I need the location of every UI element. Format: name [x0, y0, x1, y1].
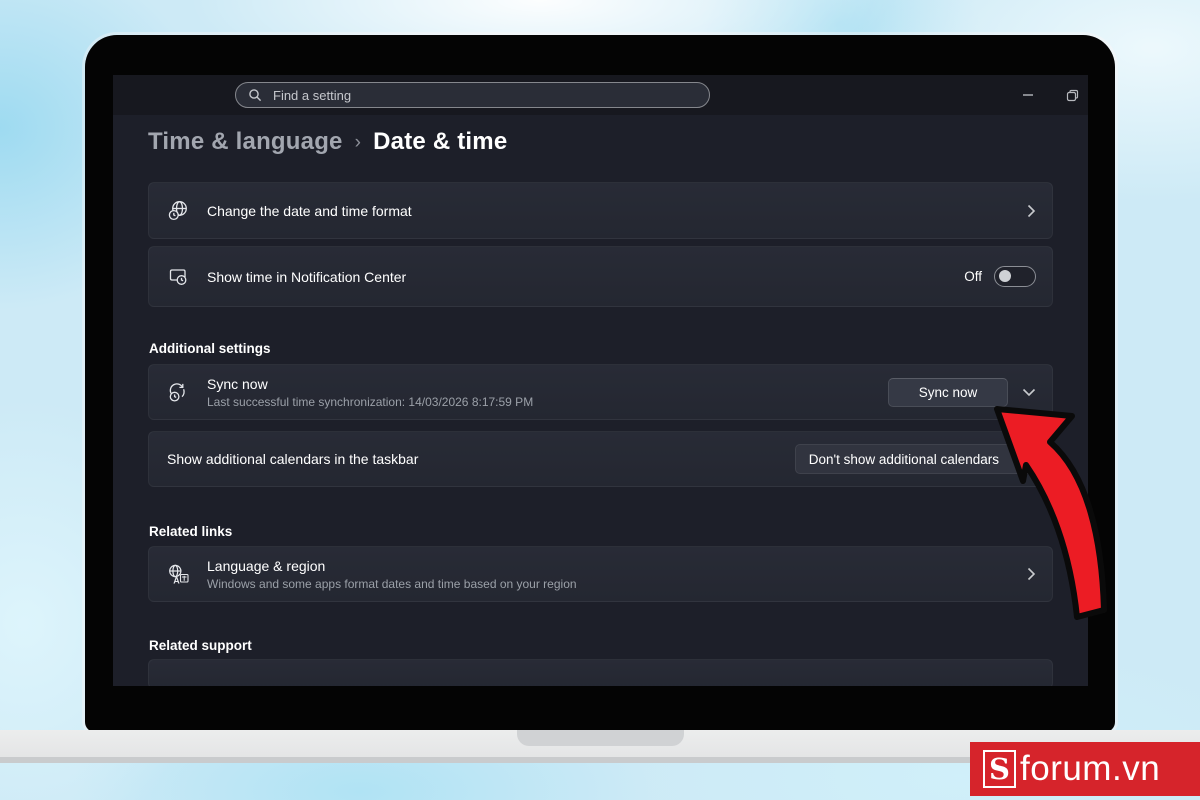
window-controls	[1020, 75, 1080, 115]
laptop-frame: Time & language › Date & time	[85, 35, 1115, 732]
setting-label: Show time in Notification Center	[207, 268, 407, 285]
globe-clock-icon	[165, 199, 191, 222]
setting-row-notification-center: Show time in Notification Center Off	[148, 246, 1053, 307]
breadcrumb: Time & language › Date & time	[148, 127, 1088, 157]
sforum-logo-s: S	[983, 750, 1016, 788]
notification-toggle-switch[interactable]	[994, 266, 1036, 287]
titlebar	[113, 75, 1088, 115]
notification-clock-icon	[165, 265, 191, 288]
setting-row-date-format[interactable]: Change the date and time format	[148, 182, 1053, 239]
setting-subtitle: Last successful time synchronization: 14…	[207, 394, 534, 409]
svg-text:A: A	[173, 575, 180, 585]
sync-now-button[interactable]: Sync now	[888, 377, 1008, 407]
chevron-right-icon	[1027, 204, 1036, 218]
search-icon	[248, 88, 262, 102]
toggle-group: Off	[964, 266, 1036, 287]
setting-title: Sync now	[207, 375, 268, 392]
setting-label: Change the date and time format	[207, 202, 412, 219]
setting-label-group: Change the date and time format	[207, 203, 1027, 219]
setting-title: Language & region	[207, 557, 326, 574]
toggle-state-label: Off	[964, 269, 982, 284]
search-input[interactable]	[271, 86, 697, 104]
setting-label: Show additional calendars in the taskbar	[167, 451, 419, 467]
sforum-logo-text: forum.vn	[1020, 749, 1161, 788]
restore-button[interactable]	[1064, 87, 1080, 103]
setting-row-partial	[148, 659, 1053, 686]
sync-actions: Sync now	[888, 377, 1036, 407]
section-header-related-support: Related support	[149, 638, 252, 653]
sforum-watermark: S forum.vn	[970, 742, 1200, 796]
setting-row-calendars: Show additional calendars in the taskbar…	[148, 431, 1053, 487]
setting-row-sync-now: Sync now Last successful time synchroniz…	[148, 364, 1053, 420]
setting-subtitle: Windows and some apps format dates and t…	[207, 576, 577, 591]
calendars-dropdown[interactable]: Don't show additional calendars	[794, 444, 1036, 474]
search-input-container[interactable]	[235, 82, 710, 108]
page-title: Date & time	[373, 128, 508, 155]
laptop-base-notch	[517, 730, 684, 746]
language-globe-icon: A	[165, 563, 191, 586]
settings-list: Change the date and time format Show tim…	[113, 182, 1088, 686]
setting-row-language-region[interactable]: A Language & region Windows and some app…	[148, 546, 1053, 602]
setting-label-group: Sync now Last successful time synchroniz…	[207, 376, 888, 409]
settings-window: Time & language › Date & time	[113, 75, 1088, 686]
minimize-button[interactable]	[1020, 87, 1036, 103]
setting-label-group: Language & region Windows and some apps …	[207, 558, 1027, 591]
watercolor-background: Time & language › Date & time	[0, 0, 1200, 800]
chevron-right-icon	[1027, 567, 1036, 581]
setting-label-group: Show time in Notification Center	[207, 269, 964, 285]
section-header-additional-settings: Additional settings	[149, 341, 271, 356]
breadcrumb-parent[interactable]: Time & language	[148, 128, 343, 156]
section-header-related-links: Related links	[149, 524, 233, 539]
chevron-down-icon	[1011, 456, 1022, 463]
dropdown-value: Don't show additional calendars	[808, 451, 999, 467]
sync-clock-icon	[165, 381, 191, 404]
breadcrumb-separator-icon: ›	[354, 132, 362, 153]
toggle-knob	[999, 270, 1011, 282]
chevron-down-icon[interactable]	[1022, 388, 1036, 397]
